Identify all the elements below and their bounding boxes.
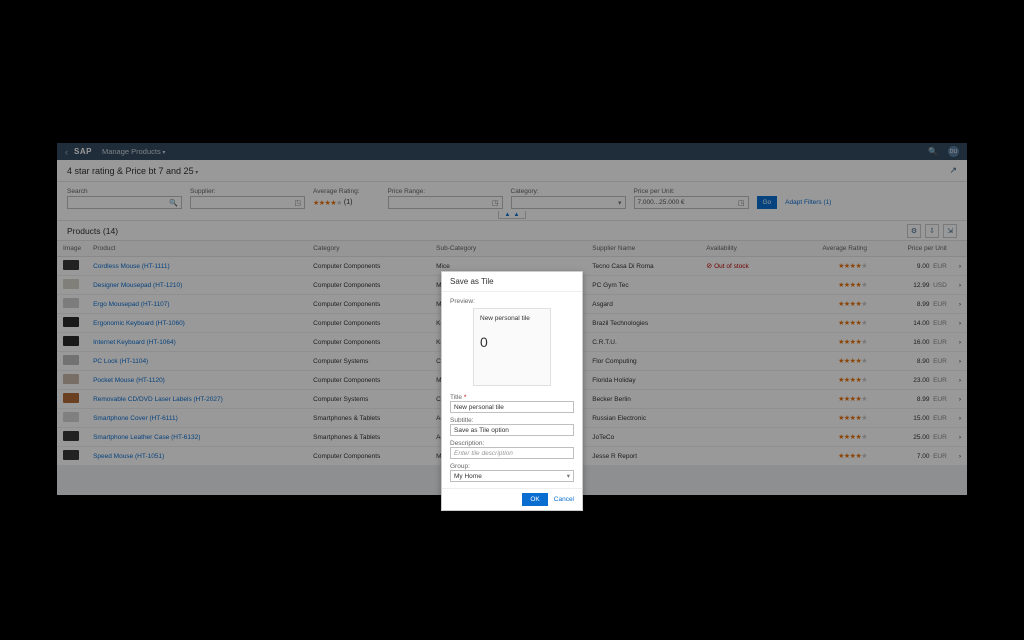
tile-preview-number: 0: [480, 334, 544, 350]
description-placeholder: Enter tile description: [454, 450, 513, 457]
ok-button[interactable]: OK: [522, 493, 547, 506]
group-select[interactable]: My Home ▾: [450, 470, 574, 482]
title-input-value: New personal tile: [454, 404, 504, 411]
subtitle-field-label: Subtitle:: [450, 417, 574, 424]
dialog-title: Save as Tile: [442, 272, 582, 292]
group-field-label: Group:: [450, 463, 574, 470]
title-field-label: Title *: [450, 394, 574, 401]
description-input[interactable]: Enter tile description: [450, 447, 574, 459]
subtitle-input[interactable]: Save as Tile option: [450, 424, 574, 436]
group-select-value: My Home: [454, 473, 482, 480]
chevron-down-icon: ▾: [567, 472, 570, 480]
tile-preview-title: New personal tile: [480, 315, 544, 322]
preview-label: Preview:: [450, 298, 574, 305]
title-input[interactable]: New personal tile: [450, 401, 574, 413]
tile-preview: New personal tile 0: [473, 308, 551, 386]
app-frame: ‹ SAP Manage Products 🔍 DU 4 star rating…: [57, 143, 967, 495]
subtitle-input-value: Save as Tile option: [454, 427, 509, 434]
save-as-tile-dialog: Save as Tile Preview: New personal tile …: [441, 271, 583, 511]
description-field-label: Description:: [450, 440, 574, 447]
dialog-footer: OK Cancel: [442, 488, 582, 510]
cancel-button[interactable]: Cancel: [554, 496, 574, 503]
